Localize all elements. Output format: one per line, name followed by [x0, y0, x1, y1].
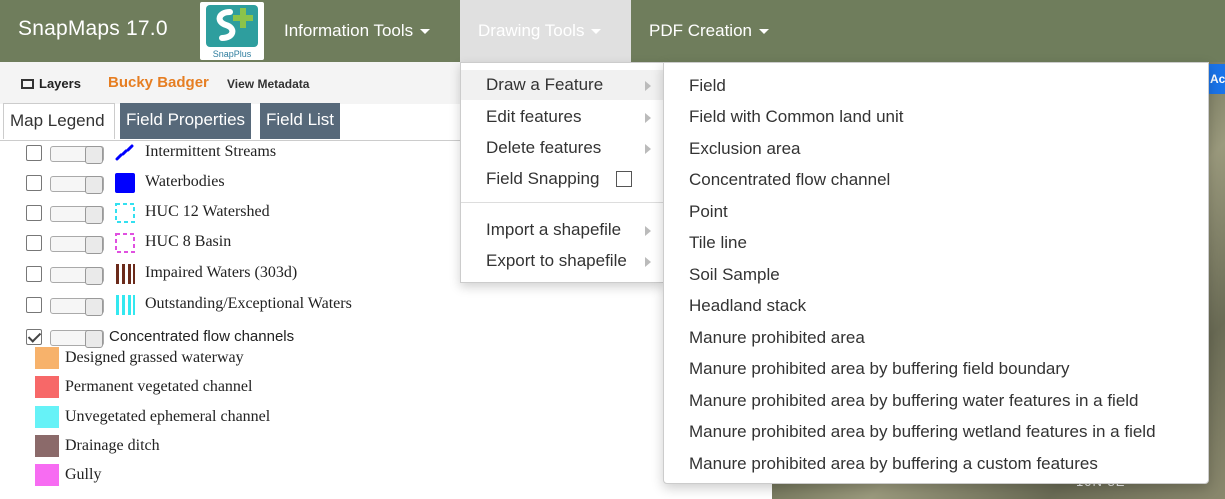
feature-item-field-clu[interactable]: Field with Common land unit: [689, 107, 903, 127]
chevron-right-icon: [645, 81, 651, 91]
layer-checkbox[interactable]: [26, 205, 42, 221]
opacity-slider[interactable]: [50, 298, 104, 316]
menu-item-field-snapping[interactable]: Field Snapping: [461, 164, 663, 194]
caret-down-icon: [591, 29, 602, 35]
layer-label: HUC 12 Watershed: [145, 203, 270, 220]
snapplus-logo-icon: SnapPlus: [206, 5, 258, 59]
menu-item-export-shapefile[interactable]: Export to shapefile: [461, 246, 663, 276]
stream-symbol-icon: [115, 144, 134, 161]
opacity-slider[interactable]: [50, 146, 104, 164]
legend-swatch: [35, 376, 59, 398]
menu-item-edit-features[interactable]: Edit features: [461, 102, 663, 132]
tab-map-legend[interactable]: Map Legend: [3, 103, 115, 139]
caret-down-icon: [758, 29, 769, 35]
legend-label: Permanent vegetated channel: [65, 378, 253, 395]
basin-symbol-icon: [115, 233, 135, 253]
menu-item-label: Draw a Feature: [486, 75, 604, 94]
feature-item-manure-field-boundary[interactable]: Manure prohibited area by buffering fiel…: [689, 359, 1070, 379]
waterbody-symbol-icon: [115, 173, 135, 193]
tab-field-list[interactable]: Field List: [260, 103, 341, 139]
app-title[interactable]: SnapMaps 17.0: [18, 17, 168, 41]
layers-icon: [21, 79, 34, 89]
map-action-button[interactable]: Ac: [1207, 64, 1225, 94]
caret-down-icon: [420, 29, 431, 35]
feature-item-soil-sample[interactable]: Soil Sample: [689, 265, 780, 285]
user-name[interactable]: Bucky Badger: [108, 74, 209, 91]
opacity-slider[interactable]: [50, 330, 104, 348]
legend-swatch: [35, 435, 59, 457]
feature-item-exclusion-area[interactable]: Exclusion area: [689, 139, 801, 159]
layer-checkbox[interactable]: [26, 297, 42, 313]
menu-item-label: Edit features: [486, 107, 582, 126]
layer-checkbox[interactable]: [26, 235, 42, 251]
nav-pdf-creation-label: PDF Creation: [649, 21, 752, 40]
menu-item-import-shapefile[interactable]: Import a shapefile: [461, 215, 663, 245]
feature-item-manure-water-features[interactable]: Manure prohibited area by buffering wate…: [689, 391, 1139, 411]
legend-label: Gully: [65, 466, 102, 483]
feature-item-flow-channel[interactable]: Concentrated flow channel: [689, 170, 890, 190]
nav-pdf-creation[interactable]: PDF Creation: [631, 0, 787, 62]
feature-item-point[interactable]: Point: [689, 202, 728, 222]
opacity-slider[interactable]: [50, 236, 104, 254]
legend-label: Drainage ditch: [65, 437, 160, 454]
draw-feature-submenu: Field Field with Common land unit Exclus…: [663, 62, 1209, 484]
feature-item-manure-custom-features[interactable]: Manure prohibited area by buffering a cu…: [689, 454, 1098, 474]
opacity-slider[interactable]: [50, 267, 104, 285]
view-metadata-link[interactable]: View Metadata: [227, 77, 309, 91]
menu-item-label: Export to shapefile: [486, 251, 627, 270]
menu-item-label: Import a shapefile: [486, 220, 622, 239]
feature-item-field[interactable]: Field: [689, 76, 726, 96]
layer-label: Waterbodies: [145, 173, 225, 190]
opacity-slider[interactable]: [50, 206, 104, 224]
snapplus-logo[interactable]: SnapPlus: [200, 2, 264, 60]
svg-text:SnapPlus: SnapPlus: [213, 49, 252, 59]
menu-divider: [461, 202, 663, 203]
field-snapping-checkbox[interactable]: [616, 171, 632, 187]
layer-label: Intermittent Streams: [145, 143, 277, 160]
layer-checkbox[interactable]: [26, 175, 42, 191]
nav-information-tools-label: Information Tools: [284, 21, 414, 40]
legend-swatch: [35, 406, 59, 428]
watershed-symbol-icon: [115, 203, 135, 223]
layers-label: Layers: [39, 76, 81, 91]
menu-item-draw-feature[interactable]: Draw a Feature: [461, 70, 663, 100]
layer-label: Impaired Waters (303d): [145, 264, 298, 281]
layer-checkbox[interactable]: [26, 266, 42, 282]
chevron-right-icon: [645, 226, 651, 236]
nav-drawing-tools[interactable]: Drawing Tools: [460, 0, 631, 62]
chevron-right-icon: [645, 113, 651, 123]
legend-label: Unvegetated ephemeral channel: [65, 408, 271, 425]
layers-button[interactable]: Layers: [21, 76, 81, 91]
legend-swatch: [35, 464, 59, 486]
layer-label: Outstanding/Exceptional Waters: [145, 295, 352, 312]
nav-drawing-tools-label: Drawing Tools: [478, 21, 585, 40]
legend-swatch: [35, 347, 59, 369]
legend-label: Designed grassed waterway: [65, 349, 244, 366]
chevron-right-icon: [645, 144, 651, 154]
outstanding-waters-symbol-icon: [116, 295, 135, 315]
feature-item-manure-prohibited[interactable]: Manure prohibited area: [689, 328, 865, 348]
feature-item-manure-wetland-features[interactable]: Manure prohibited area by buffering wetl…: [689, 422, 1156, 442]
chevron-right-icon: [645, 257, 651, 267]
top-navbar: SnapMaps 17.0 SnapPlus Information Tools…: [0, 0, 1225, 62]
layer-label: Concentrated flow channels: [109, 328, 295, 345]
feature-item-tile-line[interactable]: Tile line: [689, 233, 747, 253]
nav-information-tools[interactable]: Information Tools: [266, 0, 448, 62]
drawing-tools-menu: Draw a Feature Edit features Delete feat…: [460, 62, 664, 283]
layer-checkbox[interactable]: [26, 145, 42, 161]
layer-label: HUC 8 Basin: [145, 233, 232, 250]
tab-field-properties[interactable]: Field Properties: [120, 103, 252, 139]
menu-item-label: Field Snapping: [486, 169, 600, 188]
layer-checkbox[interactable]: [26, 329, 42, 345]
opacity-slider[interactable]: [50, 176, 104, 194]
menu-item-label: Delete features: [486, 138, 602, 157]
menu-item-delete-features[interactable]: Delete features: [461, 133, 663, 163]
feature-item-headland-stack[interactable]: Headland stack: [689, 296, 806, 316]
impaired-waters-symbol-icon: [116, 264, 135, 284]
